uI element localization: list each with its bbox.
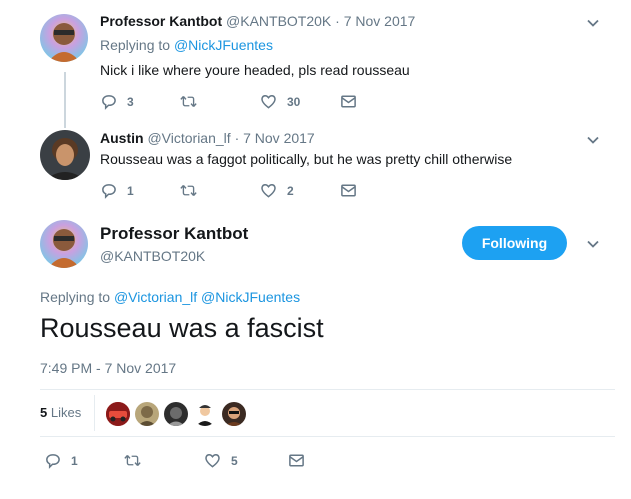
author-name[interactable]: Professor Kantbot	[100, 13, 222, 29]
avatar[interactable]	[40, 130, 90, 180]
replying-label: Replying to	[100, 37, 171, 53]
reply-button[interactable]: 1	[44, 452, 124, 469]
reply-count: 1	[127, 183, 134, 198]
retweet-icon	[124, 454, 141, 467]
reply-mention[interactable]: @NickJFuentes	[201, 289, 300, 305]
heart-icon	[261, 95, 276, 109]
reply-count: 1	[71, 453, 78, 468]
like-button[interactable]: 5	[204, 452, 288, 469]
heart-icon	[261, 184, 276, 198]
reply-icon	[46, 454, 60, 469]
following-button[interactable]: Following	[462, 226, 567, 260]
reply-button[interactable]: 3	[100, 93, 180, 110]
author-handle[interactable]: @KANTBOT20K	[100, 248, 205, 264]
like-count: 5	[231, 453, 238, 468]
retweet-button[interactable]	[180, 182, 260, 199]
liker-avatar[interactable]	[192, 401, 218, 427]
liker-avatar[interactable]	[163, 401, 189, 427]
like-button[interactable]: 2	[260, 182, 340, 199]
chevron-down-icon[interactable]	[586, 16, 600, 30]
tweet-text: Rousseau was a fascist	[40, 313, 324, 343]
retweet-icon	[180, 184, 197, 197]
reply-icon	[102, 95, 116, 110]
tweet-date[interactable]: · 7 Nov 2017	[235, 130, 315, 146]
tweet-date[interactable]: · 7 Nov 2017	[335, 13, 415, 29]
stats-divider	[94, 395, 95, 431]
direct-message-button[interactable]	[288, 452, 328, 469]
liker-avatar[interactable]	[134, 401, 160, 427]
like-count: 2	[287, 183, 294, 198]
avatar[interactable]	[40, 220, 88, 268]
tweet-text: Nick i like where youre headed, pls read…	[100, 62, 410, 78]
thread-line	[64, 72, 66, 128]
like-button[interactable]: 30	[260, 93, 340, 110]
envelope-icon	[289, 454, 304, 467]
like-count: 30	[287, 94, 301, 109]
chevron-down-icon[interactable]	[586, 237, 600, 251]
author-name[interactable]: Professor Kantbot	[100, 224, 248, 244]
author-name[interactable]: Austin	[100, 130, 144, 146]
direct-message-button[interactable]	[340, 93, 380, 110]
reply-mention[interactable]: @NickJFuentes	[174, 37, 273, 53]
likes-label: Likes	[50, 405, 82, 420]
author-handle[interactable]: @Victorian_lf	[147, 130, 230, 146]
retweet-button[interactable]	[124, 452, 204, 469]
divider	[40, 389, 615, 390]
avatar[interactable]	[40, 14, 88, 62]
heart-icon	[205, 454, 220, 468]
likes-stat[interactable]: 5 Likes	[40, 405, 81, 420]
direct-message-button[interactable]	[340, 182, 380, 199]
reply-icon	[102, 184, 116, 199]
liker-avatar[interactable]	[105, 401, 131, 427]
envelope-icon	[341, 95, 356, 108]
divider	[40, 436, 615, 437]
tweet-text: Rousseau was a faggot politically, but h…	[100, 151, 513, 167]
reply-button[interactable]: 1	[100, 182, 180, 199]
tweet-timestamp[interactable]: 7:49 PM - 7 Nov 2017	[40, 360, 176, 376]
retweet-icon	[180, 95, 197, 108]
chevron-down-icon[interactable]	[586, 133, 600, 147]
reply-mention[interactable]: @Victorian_lf	[114, 289, 197, 305]
author-handle[interactable]: @KANTBOT20K	[226, 13, 331, 29]
reply-count: 3	[127, 94, 134, 109]
retweet-button[interactable]	[180, 93, 260, 110]
likes-count: 5	[40, 405, 48, 420]
replying-label: Replying to	[40, 289, 111, 305]
liker-avatar[interactable]	[221, 401, 247, 427]
envelope-icon	[341, 184, 356, 197]
